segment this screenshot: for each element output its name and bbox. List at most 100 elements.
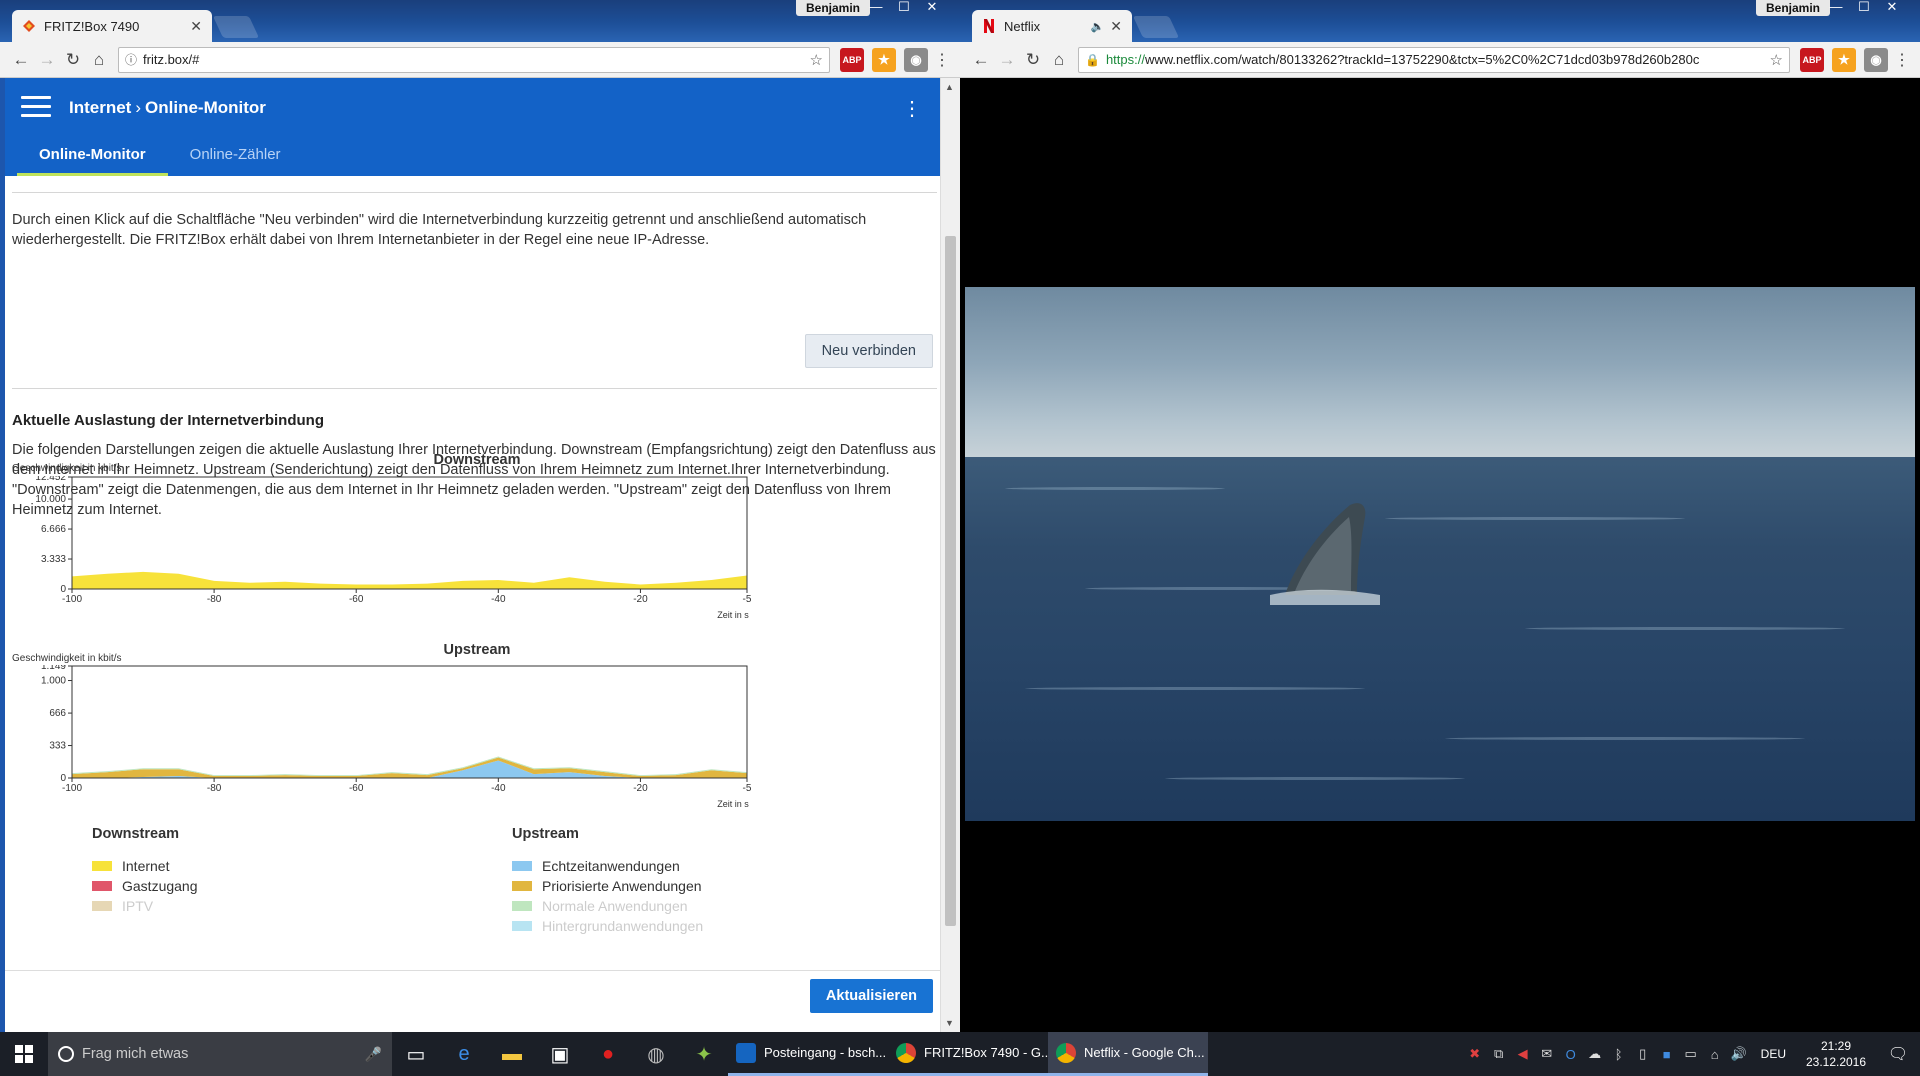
- tab-close-icon[interactable]: ✕: [1110, 18, 1122, 35]
- legend-downstream: Downstream Internet Gastzugang IPTV: [92, 826, 198, 916]
- y-tick-label: 1.000: [41, 676, 66, 687]
- new-tab-button[interactable]: [212, 16, 260, 38]
- chrome-icon: [1056, 1042, 1076, 1063]
- app-green-icon[interactable]: ✦: [680, 1032, 728, 1076]
- y-tick-label: 10.000: [35, 494, 66, 505]
- profile-button[interactable]: Benjamin: [796, 0, 871, 16]
- tray-outlook-icon[interactable]: O: [1559, 1047, 1583, 1062]
- bookmark-star-icon[interactable]: ☆: [1770, 51, 1783, 69]
- tab-fritzbox[interactable]: FRITZ!Box 7490 ✕: [12, 10, 212, 42]
- taskbar-app-chrome-netflix[interactable]: Netflix - Google Ch...: [1048, 1032, 1208, 1076]
- legend-item: Gastzugang: [92, 876, 198, 896]
- display-icon[interactable]: ▭: [1679, 1046, 1703, 1062]
- edge-icon[interactable]: e: [440, 1032, 488, 1076]
- bluetooth-icon[interactable]: ᛒ: [1607, 1047, 1631, 1062]
- reload-icon[interactable]: ↻: [60, 47, 86, 73]
- fritz-header: Internet › Online-Monitor ⋮ Online-Monitor…: [5, 78, 940, 176]
- legend-label: Hintergrundanwendungen: [542, 918, 704, 934]
- scroll-up-icon[interactable]: ▲: [945, 82, 954, 92]
- scroll-down-icon[interactable]: ▼: [945, 1018, 954, 1028]
- browser-toolbar: ← → ↻ ⌂ ⓘ fritz.box/# ☆ ABP ★ ◉ ⋮: [0, 42, 960, 78]
- forward-icon[interactable]: →: [34, 47, 60, 73]
- task-view-icon[interactable]: ▭: [392, 1032, 440, 1076]
- back-icon[interactable]: ←: [8, 47, 34, 73]
- clock[interactable]: 21:29 23.12.2016: [1796, 1038, 1876, 1070]
- tray-speaker-red-icon[interactable]: ◀: [1511, 1046, 1535, 1062]
- taskbar-app-chrome-fritz[interactable]: FRITZ!Box 7490 - G...: [888, 1032, 1048, 1076]
- maximize-icon[interactable]: ☐: [1850, 0, 1878, 16]
- new-tab-button[interactable]: [1132, 16, 1180, 38]
- volume-icon[interactable]: 🔊: [1727, 1046, 1751, 1062]
- lock-icon[interactable]: 🔒: [1085, 53, 1100, 67]
- input-language[interactable]: DEU: [1761, 1047, 1786, 1061]
- section-title: Aktuelle Auslastung der Internetverbindu…: [12, 412, 324, 429]
- extension-star-icon[interactable]: ★: [1832, 47, 1856, 72]
- adblock-icon[interactable]: ABP: [1800, 47, 1824, 72]
- legend-upstream: Upstream Echtzeitanwendungen Priorisiert…: [512, 826, 703, 936]
- browser-menu-icon[interactable]: ⋮: [932, 50, 952, 70]
- fritz-tabs: Online-Monitor Online-Zähler: [17, 138, 303, 176]
- fritz-menu-icon[interactable]: ⋮: [902, 96, 922, 121]
- close-window-icon[interactable]: ✕: [1878, 0, 1906, 16]
- action-center-icon[interactable]: 🗨: [1876, 1044, 1920, 1064]
- app-globe-icon[interactable]: ◍: [632, 1032, 680, 1076]
- address-bar[interactable]: 🔒 https://www.netflix.com/watch/80133262…: [1078, 46, 1790, 73]
- minimize-icon[interactable]: —: [862, 0, 890, 16]
- home-icon[interactable]: ⌂: [86, 47, 112, 73]
- extension-eye-icon[interactable]: ◉: [1864, 47, 1888, 72]
- video-frame[interactable]: [965, 287, 1915, 821]
- breadcrumb-parent[interactable]: Internet: [69, 98, 131, 117]
- microphone-icon[interactable]: 🎤: [365, 1046, 382, 1063]
- app-red-icon[interactable]: ●: [584, 1032, 632, 1076]
- taskbar-app-outlook[interactable]: Posteingang - bsch...: [728, 1032, 888, 1076]
- legend-label: Echtzeitanwendungen: [542, 858, 680, 874]
- browser-window-netflix: Netflix 🔈 ✕ Benjamin — ☐ ✕ ← → ↻ ⌂ 🔒 htt…: [960, 0, 1920, 1032]
- legend-swatch: [512, 861, 532, 871]
- browser-window-fritzbox: FRITZ!Box 7490 ✕ Benjamin — ☐ ✕ ← → ↻ ⌂ …: [0, 0, 960, 1032]
- address-bar[interactable]: ⓘ fritz.box/# ☆: [118, 46, 830, 73]
- usb-icon[interactable]: ▯: [1631, 1046, 1655, 1062]
- hamburger-menu-icon[interactable]: [21, 96, 51, 118]
- extension-eye-icon[interactable]: ◉: [904, 47, 928, 72]
- back-icon[interactable]: ←: [968, 47, 994, 73]
- y-tick-label: 6.666: [41, 524, 66, 535]
- tray-cloud-icon[interactable]: ☁: [1583, 1046, 1607, 1062]
- bookmark-star-icon[interactable]: ☆: [810, 51, 823, 69]
- tray-network-app-icon[interactable]: ⧉: [1487, 1046, 1511, 1062]
- profile-button[interactable]: Benjamin: [1756, 0, 1831, 16]
- divider: [12, 192, 937, 193]
- network-icon[interactable]: ⌂: [1703, 1047, 1727, 1062]
- forward-icon[interactable]: →: [994, 47, 1020, 73]
- tab-online-zaehler[interactable]: Online-Zähler: [168, 138, 303, 176]
- browser-menu-icon[interactable]: ⋮: [1892, 50, 1912, 70]
- file-explorer-icon[interactable]: ▬: [488, 1032, 536, 1076]
- close-window-icon[interactable]: ✕: [918, 0, 946, 16]
- info-icon[interactable]: ⓘ: [125, 51, 137, 68]
- tray-mail-icon[interactable]: ✉: [1535, 1046, 1559, 1062]
- maximize-icon[interactable]: ☐: [890, 0, 918, 16]
- minimize-icon[interactable]: —: [1822, 0, 1850, 16]
- tray-blue-app-icon[interactable]: ■: [1655, 1047, 1679, 1062]
- tab-online-monitor[interactable]: Online-Monitor: [17, 138, 168, 176]
- adblock-icon[interactable]: ABP: [840, 47, 864, 72]
- extension-star-icon[interactable]: ★: [872, 47, 896, 72]
- legend-label: Internet: [122, 858, 170, 874]
- refresh-button[interactable]: Aktualisieren: [809, 979, 933, 1013]
- y-tick-label: 333: [49, 741, 66, 752]
- reconnect-button[interactable]: Neu verbinden: [804, 334, 933, 368]
- scrollbar-thumb[interactable]: [945, 236, 956, 926]
- audio-playing-icon[interactable]: 🔈: [1091, 20, 1105, 33]
- start-button[interactable]: [0, 1032, 48, 1076]
- tray-app-icon[interactable]: ✖: [1463, 1046, 1487, 1062]
- cortana-search[interactable]: Frag mich etwas 🎤: [48, 1032, 392, 1076]
- netflix-player[interactable]: [960, 78, 1920, 1032]
- home-icon[interactable]: ⌂: [1046, 47, 1072, 73]
- reload-icon[interactable]: ↻: [1020, 47, 1046, 73]
- tab-netflix[interactable]: Netflix 🔈 ✕: [972, 10, 1132, 42]
- netflix-favicon-icon: [982, 19, 996, 33]
- tab-title: Netflix: [1004, 18, 1041, 34]
- store-icon[interactable]: ▣: [536, 1032, 584, 1076]
- wave: [1445, 737, 1805, 740]
- page-scrollbar[interactable]: ▲ ▼: [940, 78, 960, 1032]
- tab-close-icon[interactable]: ✕: [190, 18, 202, 35]
